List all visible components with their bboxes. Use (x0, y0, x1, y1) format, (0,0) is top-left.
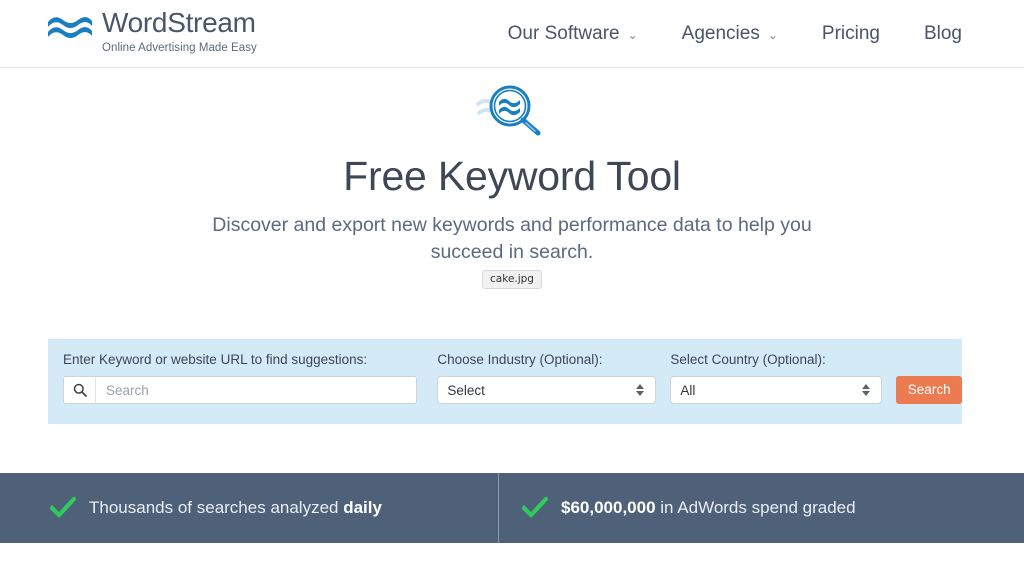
magnifying-glass-wave-icon (476, 85, 541, 136)
nav-label: Our Software (507, 23, 620, 44)
stat-text: Thousands of searches analyzed daily (89, 497, 382, 519)
check-icon (522, 497, 548, 519)
hero-section: Free Keyword Tool Discover and export ne… (0, 68, 1024, 289)
brand-text-block: WordStream Online Advertising Made Easy (102, 8, 257, 55)
country-select-value: All (680, 382, 696, 398)
search-input[interactable] (96, 377, 416, 403)
keyword-search-panel: Enter Keyword or website URL to find sug… (48, 339, 962, 424)
nav-label: Agencies (681, 23, 760, 44)
stepper-arrows-icon (858, 384, 874, 396)
keyword-field-group: Enter Keyword or website URL to find sug… (63, 352, 423, 404)
stat-text-plain: Thousands of searches analyzed (89, 498, 344, 517)
brand-name: WordStream (102, 7, 256, 38)
nav-item-agencies[interactable]: Agencies ⌄ (660, 23, 800, 45)
chevron-down-icon: ⌄ (767, 28, 778, 42)
stat-item-adwords-spend: $60,000,000 in AdWords spend graded (498, 473, 1024, 543)
nav-item-blog[interactable]: Blog (902, 23, 984, 45)
nav-label: Blog (923, 23, 962, 44)
stats-divider (498, 473, 499, 543)
check-icon (50, 497, 76, 519)
brand-tagline: Online Advertising Made Easy (102, 42, 257, 54)
stepper-arrows-icon (632, 384, 648, 396)
site-header: WordStream Online Advertising Made Easy … (0, 0, 1024, 68)
wave-logo-icon (48, 17, 92, 38)
chevron-down-icon: ⌄ (627, 28, 638, 42)
stat-text-bold: daily (343, 498, 382, 517)
industry-select-value: Select (447, 382, 485, 398)
search-submit-button[interactable]: Search (896, 376, 962, 404)
keyword-field-label: Enter Keyword or website URL to find sug… (63, 352, 368, 367)
industry-field-label: Choose Industry (Optional): (437, 352, 603, 367)
country-field-label: Select Country (Optional): (670, 352, 826, 367)
file-chip-container: cake.jpg (0, 269, 1024, 289)
stat-item-searches-analyzed: Thousands of searches analyzed daily (0, 473, 498, 543)
stat-text: $60,000,000 in AdWords spend graded (561, 497, 856, 519)
industry-field-group: Choose Industry (Optional): Select (437, 352, 657, 404)
search-icon (64, 377, 96, 403)
main-navigation: Our Software ⌄ Agencies ⌄ Pricing Blog (486, 0, 984, 68)
stat-text-bold: $60,000,000 (561, 498, 656, 517)
country-select[interactable]: All (670, 376, 883, 404)
nav-item-our-software[interactable]: Our Software ⌄ (486, 23, 660, 45)
brand-logo-link[interactable]: WordStream Online Advertising Made Easy (47, 8, 257, 55)
search-input-wrapper[interactable] (63, 376, 417, 404)
stats-bar: Thousands of searches analyzed daily $60… (0, 473, 1024, 543)
page-title: Free Keyword Tool (343, 153, 681, 199)
file-chip-cake-jpg[interactable]: cake.jpg (482, 270, 542, 289)
country-field-group: Select Country (Optional): All (670, 352, 883, 404)
industry-select[interactable]: Select (437, 376, 657, 404)
stat-text-plain: in AdWords spend graded (655, 498, 856, 517)
hero-subtitle: Discover and export new keywords and per… (212, 214, 812, 263)
nav-label: Pricing (821, 23, 880, 44)
nav-item-pricing[interactable]: Pricing (800, 23, 902, 45)
